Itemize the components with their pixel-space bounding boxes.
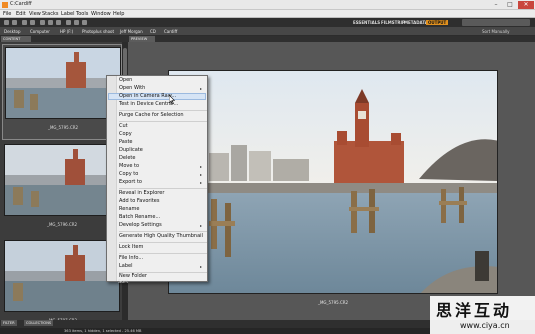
thumbnail-filename: _MG_5796.CR2: [46, 222, 78, 227]
toolbar: ESSENTIALS FILMSTRIP METADATA OUTPUT: [0, 18, 535, 27]
tab-filter[interactable]: FILTER: [1, 320, 17, 326]
sort-dropdown[interactable]: Sort Manually: [482, 29, 509, 34]
watermark-text: 思洋互动: [436, 301, 513, 320]
thumbnail-item[interactable]: _MG_5795.CR2: [2, 44, 122, 140]
mouse-cursor-icon: [169, 95, 175, 104]
thumbnail-image[interactable]: [4, 144, 120, 216]
menu-separator: [119, 121, 207, 122]
submenu-arrow-icon: ▸: [200, 172, 203, 177]
menu-item-open[interactable]: Open: [119, 77, 132, 84]
rotate-right-icon[interactable]: [74, 20, 79, 25]
menu-file[interactable]: File: [3, 11, 11, 17]
submenu-arrow-icon: ▸: [200, 164, 203, 169]
menu-item-purge-cache[interactable]: Purge Cache for Selection: [119, 112, 184, 119]
workspace-filmstrip[interactable]: FILMSTRIP: [381, 20, 405, 25]
title-bar: C:Cardiff – □ ✕: [0, 0, 535, 10]
minimize-button[interactable]: –: [489, 1, 503, 9]
back-icon[interactable]: [4, 20, 9, 25]
menu-help[interactable]: Help: [113, 11, 124, 17]
menu-item-cut[interactable]: Cut: [119, 123, 128, 130]
close-button[interactable]: ✕: [518, 1, 534, 9]
menu-item-file-info[interactable]: File Info...: [119, 255, 143, 262]
workspace-essentials[interactable]: ESSENTIALS: [353, 20, 380, 25]
menu-separator: [119, 231, 207, 232]
menu-bar: File Edit View Stacks Label Tools Window…: [0, 10, 535, 18]
submenu-arrow-icon: ▸: [200, 180, 203, 185]
status-text: 363 items, 1 hidden, 1 selected - 25.46 …: [64, 329, 142, 333]
refine-icon[interactable]: [48, 20, 53, 25]
menu-item-reveal-explorer[interactable]: Reveal in Explorer: [119, 190, 164, 197]
menu-separator: [119, 242, 207, 243]
crumb-computer[interactable]: Computer: [30, 29, 50, 34]
watermark-url: www.ciya.cn: [460, 321, 510, 330]
menu-tools[interactable]: Tools: [76, 11, 88, 17]
menu-item-copy[interactable]: Copy: [119, 131, 132, 138]
app-logo-icon: [2, 2, 8, 8]
menu-item-add-favorites[interactable]: Add to Favorites: [119, 198, 159, 205]
crumb-jeff[interactable]: Jeff Morgan: [120, 29, 143, 34]
menu-item-rename[interactable]: Rename: [119, 206, 140, 213]
crumb-shoot[interactable]: Photoplus shoot: [82, 29, 114, 34]
menu-item-delete[interactable]: Delete: [119, 155, 135, 162]
crumb-cd[interactable]: CD: [150, 29, 156, 34]
menu-separator: [119, 110, 207, 111]
camera-icon[interactable]: [40, 20, 45, 25]
menu-separator: [119, 253, 207, 254]
menu-separator: [119, 188, 207, 189]
submenu-arrow-icon: ▸: [200, 223, 203, 228]
maximize-button[interactable]: □: [503, 1, 517, 9]
search-input[interactable]: [462, 19, 530, 26]
thumbnail-image[interactable]: [5, 47, 121, 119]
menu-item-open-with[interactable]: Open With: [119, 85, 145, 92]
submenu-arrow-icon: ▸: [200, 86, 203, 91]
path-bar: Desktop Computer HP (F:) Photoplus shoot…: [0, 27, 535, 36]
context-menu: Open Open With ▸ Open in Camera Raw... T…: [106, 75, 208, 282]
forward-icon[interactable]: [12, 20, 17, 25]
menu-item-copy-to[interactable]: Copy to: [119, 171, 138, 178]
watermark: 思洋互动 www.ciya.cn: [430, 296, 535, 334]
submenu-arrow-icon: ▸: [200, 264, 203, 269]
window-title: C:Cardiff: [10, 1, 32, 7]
trash-icon[interactable]: [82, 20, 87, 25]
menu-item-lock-item[interactable]: Lock Item: [119, 244, 143, 251]
menu-item-open-camera-raw[interactable]: Open in Camera Raw...: [119, 93, 176, 100]
tab-collections[interactable]: COLLECTIONS: [24, 320, 54, 326]
menu-item-export-to[interactable]: Export to: [119, 179, 142, 186]
recent-icon[interactable]: [30, 20, 35, 25]
menu-gutter: [107, 76, 117, 281]
preview-image[interactable]: [168, 70, 498, 294]
open-recent-icon[interactable]: [56, 20, 61, 25]
workspace-metadata[interactable]: METADATA: [404, 20, 428, 25]
menu-stacks[interactable]: Stacks: [42, 11, 58, 17]
menu-item-batch-rename[interactable]: Batch Rename...: [119, 214, 160, 221]
menu-item-duplicate[interactable]: Duplicate: [119, 147, 143, 154]
menu-view[interactable]: View: [29, 11, 41, 17]
rotate-left-icon[interactable]: [66, 20, 71, 25]
menu-item-label[interactable]: Label: [119, 263, 133, 270]
menu-item-move-to[interactable]: Move to: [119, 163, 139, 170]
menu-item-sort[interactable]: Sort: [118, 279, 128, 286]
crumb-desktop[interactable]: Desktop: [4, 29, 21, 34]
folder-up-icon[interactable]: [22, 20, 27, 25]
thumbnail-image[interactable]: [4, 240, 120, 312]
menu-item-paste[interactable]: Paste: [119, 139, 133, 146]
menu-window[interactable]: Window: [91, 11, 111, 17]
menu-edit[interactable]: Edit: [16, 11, 26, 17]
thumbnail-item[interactable]: _MG_5796.CR2: [2, 142, 122, 238]
thumbnail-filename: _MG_5795.CR2: [47, 125, 79, 130]
crumb-drive[interactable]: HP (F:): [60, 29, 73, 34]
menu-item-develop-settings[interactable]: Develop Settings: [119, 222, 162, 229]
crumb-cardiff[interactable]: Cardiff: [164, 29, 177, 34]
menu-item-generate-thumbnail[interactable]: Generate High Quality Thumbnail: [119, 233, 203, 240]
workspace-output[interactable]: OUTPUT: [426, 20, 449, 25]
menu-label[interactable]: Label: [61, 11, 75, 17]
bridge-window: C:Cardiff – □ ✕ File Edit View Stacks La…: [0, 0, 535, 334]
